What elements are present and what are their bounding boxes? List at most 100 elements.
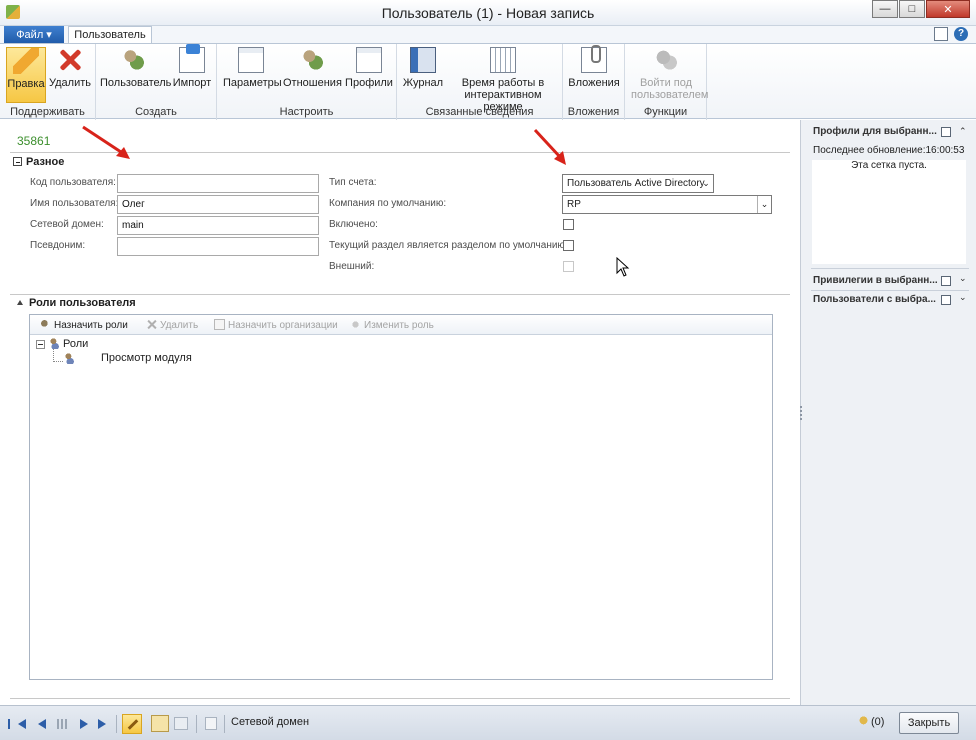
- tree-collapse-icon[interactable]: [36, 340, 45, 349]
- change-role-icon: [350, 319, 361, 330]
- maximize-icon[interactable]: □: [899, 0, 925, 18]
- divider: [116, 715, 117, 733]
- log-button[interactable]: Журнал: [402, 47, 444, 103]
- factbox-settings-icon[interactable]: [941, 295, 951, 305]
- annotation-arrow-icon: [533, 128, 566, 165]
- edit-button[interactable]: Правка: [6, 47, 46, 103]
- section-roles-header[interactable]: Роли пользователя: [17, 297, 136, 309]
- factbox-pane: Профили для выбранн... ⌃ Последнее обнов…: [800, 120, 976, 705]
- ribbon-group-attachments: Вложения Вложения: [563, 44, 625, 120]
- online-time-grid-icon: [490, 47, 516, 73]
- roles-grid: Назначить роли Удалить Назначить организ…: [29, 314, 773, 680]
- ribbon-group-label: Функции: [643, 106, 688, 118]
- factbox-settings-icon[interactable]: [941, 127, 951, 137]
- delete-role-button[interactable]: Удалить: [146, 319, 198, 331]
- last-record-icon[interactable]: [98, 719, 106, 729]
- pane-splitter[interactable]: [800, 406, 804, 420]
- ribbon-group-create: Пользователь Импорт Создать: [96, 44, 217, 120]
- tab-right-icons: ?: [934, 27, 968, 41]
- chevron-up-icon[interactable]: ⌃: [959, 126, 967, 137]
- alias-field[interactable]: [117, 237, 319, 256]
- chevron-down-icon[interactable]: ⌄: [959, 273, 967, 284]
- run-as-user-button[interactable]: Войти под пользователем: [631, 47, 708, 103]
- options-button[interactable]: Параметры: [223, 47, 282, 103]
- factbox-profiles-title[interactable]: Профили для выбранн...: [813, 126, 937, 137]
- notifications[interactable]: (0): [858, 716, 884, 728]
- grid-view-icon[interactable]: [174, 717, 188, 730]
- form-view-icon[interactable]: [151, 715, 169, 732]
- window-controls: — □ ✕: [871, 0, 970, 18]
- user-name-label: Имя пользователя:: [30, 198, 119, 209]
- close-icon[interactable]: ✕: [926, 0, 970, 18]
- factbox-privileges-title[interactable]: Привилегии в выбранн...: [813, 275, 938, 286]
- ribbon-group-label: Вложения: [567, 106, 620, 118]
- roles-toolbar: Назначить роли Удалить Назначить организ…: [30, 315, 772, 335]
- delete-button[interactable]: Удалить: [48, 47, 92, 103]
- factbox-settings-icon[interactable]: [941, 276, 951, 286]
- account-type-select[interactable]: Пользователь Active Directory ⌄: [562, 174, 714, 193]
- divider: [196, 715, 197, 733]
- window-layout-icon[interactable]: [934, 27, 948, 41]
- ribbon-group-maintain: Правка Удалить Поддерживать: [0, 44, 96, 120]
- minimize-icon[interactable]: —: [872, 0, 898, 18]
- assign-roles-button[interactable]: Назначить роли: [40, 319, 128, 331]
- tree-item-role-label[interactable]: Просмотр модуля: [101, 352, 192, 364]
- network-domain-label: Сетевой домен:: [30, 219, 104, 230]
- section-misc-header[interactable]: Разное: [13, 156, 64, 168]
- network-domain-field[interactable]: main: [117, 216, 319, 235]
- user-id-field[interactable]: [117, 174, 319, 193]
- default-partition-checkbox[interactable]: [563, 240, 574, 251]
- collapse-triangle-icon[interactable]: [17, 300, 23, 305]
- online-time-button[interactable]: Время работы в интерактивном режиме: [447, 47, 559, 113]
- enabled-checkbox[interactable]: [563, 219, 574, 230]
- delete-icon: [146, 319, 157, 330]
- ribbon: Правка Удалить Поддерживать Пользователь…: [0, 43, 976, 120]
- next-record-icon[interactable]: [80, 719, 88, 729]
- ribbon-group-functions: Войти под пользователем Функции: [625, 44, 708, 120]
- user-id-label: Код пользователя:: [30, 177, 116, 188]
- ribbon-tab-row: Файл ▾ Пользователь ?: [0, 26, 976, 45]
- relations-button[interactable]: Отношения: [283, 47, 342, 103]
- bell-icon: [858, 716, 869, 727]
- first-record-icon[interactable]: [8, 719, 26, 729]
- options-doc-icon: [238, 47, 264, 73]
- assign-orgs-button[interactable]: Назначить организации: [214, 319, 338, 331]
- enabled-label: Включено:: [329, 219, 378, 230]
- previous-record-icon[interactable]: [38, 719, 46, 729]
- factbox-profiles-grid: Эта сетка пуста.: [812, 160, 966, 264]
- tree-root-roles[interactable]: Роли: [48, 337, 88, 350]
- external-checkbox: [563, 261, 574, 272]
- new-user-icon: [120, 47, 146, 73]
- tree-item-role[interactable]: [63, 352, 78, 365]
- user-name-field[interactable]: Олег: [117, 195, 319, 214]
- account-type-value: Пользователь Active Directory: [567, 178, 705, 189]
- alias-label: Псевдоним:: [30, 240, 86, 251]
- import-button[interactable]: Импорт: [170, 44, 214, 103]
- default-company-select[interactable]: RP ⌄: [562, 195, 772, 214]
- new-user-button[interactable]: Пользователь: [100, 47, 171, 103]
- default-company-value: RP: [567, 199, 581, 210]
- annotation-arrow-icon: [82, 125, 130, 159]
- close-button[interactable]: Закрыть: [899, 712, 959, 734]
- attachment-icon: [581, 45, 607, 73]
- record-grid-icon[interactable]: [57, 719, 68, 729]
- chevron-down-icon[interactable]: ⌄: [959, 292, 967, 303]
- collapse-icon[interactable]: [13, 157, 22, 166]
- assign-orgs-icon: [214, 319, 225, 330]
- pencil-icon: [13, 48, 39, 74]
- help-icon[interactable]: ?: [954, 27, 968, 41]
- divider: [224, 715, 225, 733]
- edit-mode-icon[interactable]: [122, 714, 142, 734]
- delete-x-icon: [57, 47, 83, 73]
- roles-icon: [48, 337, 60, 349]
- default-company-label: Компания по умолчанию:: [329, 198, 447, 209]
- divider: [811, 290, 969, 291]
- profiles-button[interactable]: Профили: [345, 47, 393, 103]
- empty-grid-text: Эта сетка пуста.: [851, 160, 927, 171]
- tab-file[interactable]: Файл ▾: [4, 26, 64, 44]
- change-role-button[interactable]: Изменить роль: [350, 319, 434, 331]
- factbox-users-title[interactable]: Пользователи с выбра...: [813, 294, 936, 305]
- attachments-button[interactable]: Вложения: [568, 45, 620, 103]
- profiles-icon: [356, 47, 382, 73]
- document-icon[interactable]: [205, 717, 217, 730]
